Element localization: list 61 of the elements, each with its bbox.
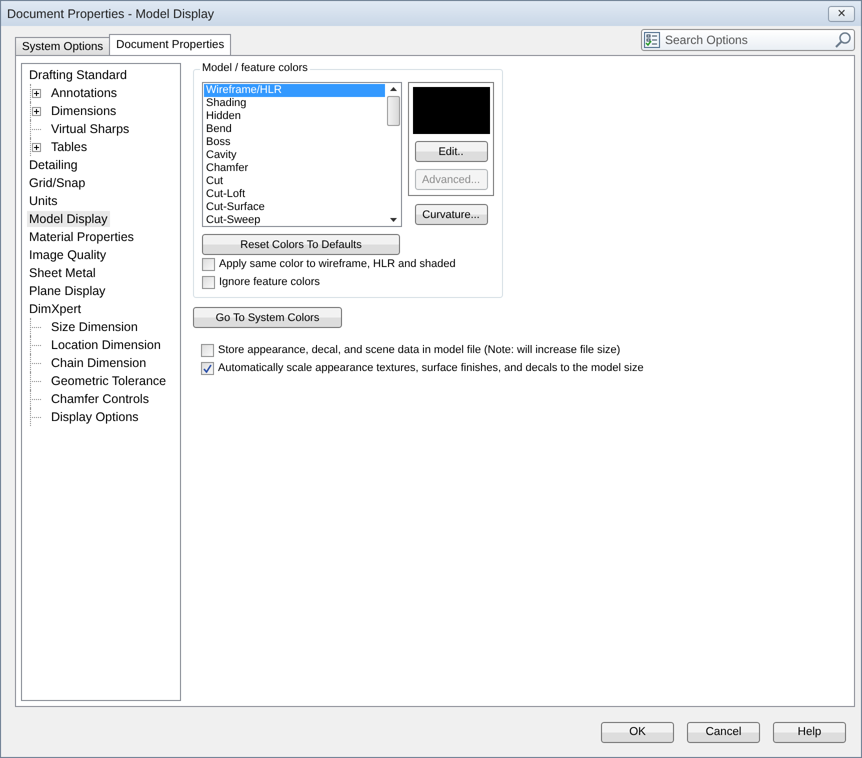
list-item[interactable]: Cavity xyxy=(204,149,385,162)
search-field[interactable]: Search Options xyxy=(641,29,855,51)
tree-item[interactable]: Annotations xyxy=(49,85,120,101)
tree-item[interactable]: Units xyxy=(27,193,60,209)
tree-item[interactable]: Dimensions xyxy=(49,103,118,119)
tree-item[interactable]: Image Quality xyxy=(27,247,108,263)
list-item[interactable]: Cut-Sweep xyxy=(204,214,385,226)
expand-icon[interactable] xyxy=(32,106,41,116)
checkbox-label: Store appearance, decal, and scene data in model file (Note: will increase file size) xyxy=(218,344,620,356)
tree-item[interactable]: Size Dimension xyxy=(49,319,140,335)
dialog-button[interactable]: Cancel xyxy=(687,722,760,742)
system-colors-button[interactable]: Go To System Colors xyxy=(193,307,342,328)
tree-item[interactable]: Display Options xyxy=(49,409,141,425)
tree-item[interactable]: Detailing xyxy=(27,157,80,173)
checkbox[interactable] xyxy=(202,276,215,288)
list-item[interactable]: Cut-Surface xyxy=(204,201,385,214)
list-item[interactable]: Cut-Loft xyxy=(204,188,385,201)
scroll-thumb[interactable] xyxy=(387,96,400,126)
tree-item[interactable]: Grid/Snap xyxy=(27,175,88,191)
checkbox-label: Apply same color to wireframe, HLR and shaded xyxy=(219,258,456,270)
close-button[interactable]: ✕ xyxy=(828,6,855,22)
tree-item[interactable]: Chain Dimension xyxy=(49,355,148,371)
tree-item[interactable]: Virtual Sharps xyxy=(49,121,132,137)
button[interactable]: Edit.. xyxy=(414,141,488,162)
tab[interactable]: System Options xyxy=(15,37,110,55)
list-item[interactable]: Shading xyxy=(204,97,385,110)
scroll-down-icon[interactable] xyxy=(390,218,397,222)
checkbox-label: Ignore feature colors xyxy=(219,276,320,288)
tab[interactable]: Document Properties xyxy=(109,34,232,55)
expand-icon[interactable] xyxy=(32,88,41,98)
check-icon xyxy=(203,364,212,372)
expand-icon[interactable] xyxy=(32,142,41,152)
scroll-up-icon[interactable] xyxy=(390,87,397,91)
list-item[interactable]: Hidden xyxy=(204,110,385,123)
tree-item[interactable]: Model Display xyxy=(27,211,110,227)
search-icon[interactable] xyxy=(834,31,852,49)
list-item[interactable]: Cut xyxy=(204,175,385,188)
search-input[interactable]: Search Options xyxy=(663,32,831,48)
list-item[interactable]: Boss xyxy=(204,136,385,149)
dialog-button[interactable]: Help xyxy=(773,722,846,742)
tree-item[interactable]: Tables xyxy=(49,139,90,155)
tree-item[interactable]: Plane Display xyxy=(27,283,108,299)
tree-item[interactable]: Drafting Standard xyxy=(27,67,129,83)
list-item[interactable]: Bend xyxy=(204,123,385,136)
checkbox-label: Automatically scale appearance textures, surface finishes, and decals to the model size xyxy=(218,362,644,374)
tree-item[interactable]: Location Dimension xyxy=(49,337,163,353)
tree-item[interactable]: Chamfer Controls xyxy=(49,391,151,407)
dialog-button[interactable]: OK xyxy=(601,722,674,742)
tree-item[interactable]: Material Properties xyxy=(27,229,136,245)
tree-item[interactable]: DimXpert xyxy=(27,301,84,317)
checkbox[interactable] xyxy=(201,362,214,374)
reset-button[interactable]: Reset Colors To Defaults xyxy=(202,234,400,255)
list-item[interactable]: Chamfer xyxy=(204,162,385,175)
tree-item[interactable]: Geometric Tolerance xyxy=(49,373,168,389)
checkbox[interactable] xyxy=(201,344,214,356)
tree-item[interactable]: Sheet Metal xyxy=(27,265,98,281)
curvature-button[interactable]: Curvature... xyxy=(414,204,488,225)
checklist-icon xyxy=(644,32,660,48)
checkbox[interactable] xyxy=(202,258,215,270)
group-title: Model / feature colors xyxy=(200,62,310,74)
window-title: Document Properties - Model Display xyxy=(7,6,214,20)
